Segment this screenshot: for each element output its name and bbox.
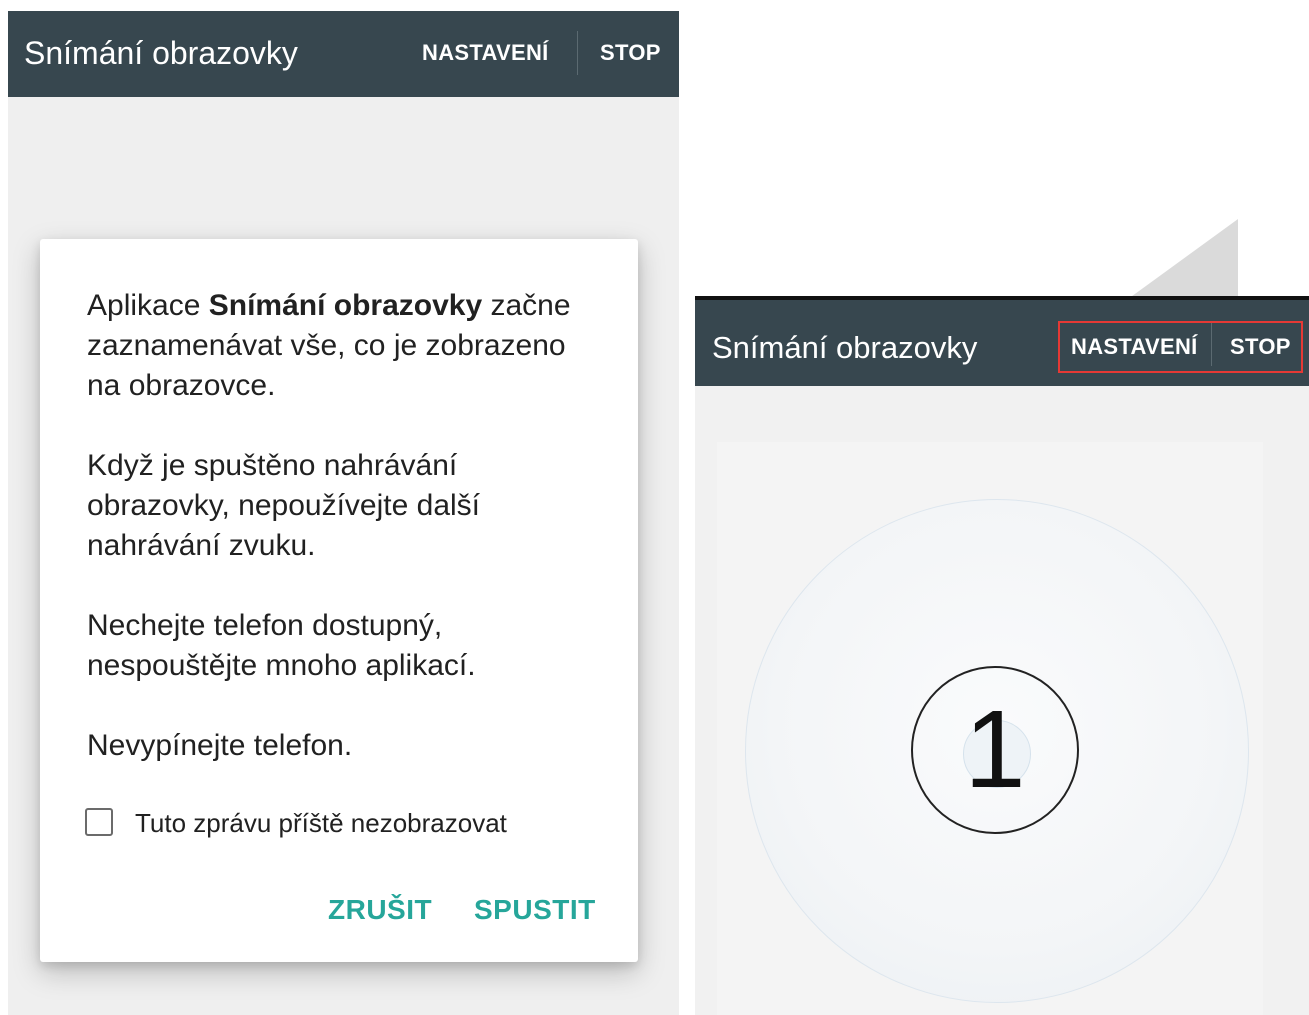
dialog-paragraph-1: Aplikace Snímání obrazovky začne zazname… [87, 286, 587, 406]
cancel-button[interactable]: ZRUŠIT [328, 894, 432, 926]
dialog-paragraph-4: Nevypínejte telefon. [87, 729, 353, 762]
dialog-paragraph-2: Když je spuštěno nahrávání obrazovky, ne… [87, 449, 481, 562]
permission-dialog: Aplikace Snímání obrazovky začne zazname… [40, 239, 638, 962]
step-number-badge: 1 [911, 666, 1079, 834]
start-button[interactable]: SPUSTIT [474, 894, 596, 926]
right-screen: Snímání obrazovky NASTAVENÍ STOP 1 [695, 296, 1309, 1015]
dont-show-again-checkbox[interactable] [85, 808, 113, 836]
dialog-text: Aplikace [87, 289, 209, 322]
settings-button[interactable]: NASTAVENÍ [422, 40, 549, 66]
decorative-stripe [1128, 219, 1238, 299]
checkbox-label[interactable]: Tuto zprávu příště nezobrazovat [135, 808, 507, 839]
app-bar: Snímání obrazovky NASTAVENÍ STOP [8, 11, 679, 97]
app-bar: Snímání obrazovky NASTAVENÍ STOP [695, 300, 1309, 386]
app-title: Snímání obrazovky [712, 330, 978, 365]
stop-button[interactable]: STOP [600, 40, 661, 66]
left-screen: Snímání obrazovky NASTAVENÍ STOP Aplikac… [8, 11, 679, 1015]
highlight-box [1058, 321, 1303, 373]
dialog-paragraph-3: Nechejte telefon dostupný, nespouštějte … [87, 609, 476, 682]
dialog-app-name: Snímání obrazovky [208, 289, 483, 322]
action-divider [577, 31, 578, 75]
app-title: Snímání obrazovky [24, 35, 298, 71]
